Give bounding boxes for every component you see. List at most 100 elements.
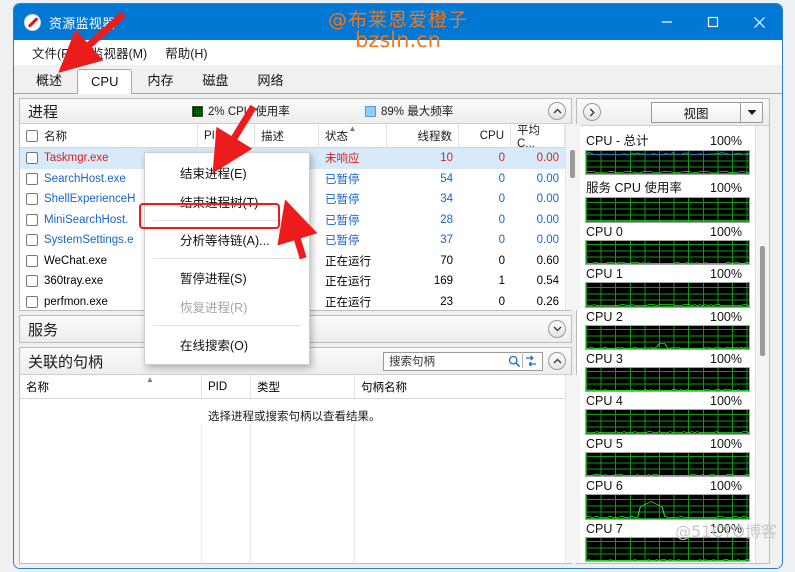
resource-monitor-window: 资源监视器 @布莱恩爱橙子 文件(F) 监视器(M) 帮助(H) bzsln.c… — [13, 3, 783, 569]
graphs-scrollbar-thumb[interactable] — [760, 246, 765, 356]
context-menu-separator — [153, 325, 301, 326]
process-status-cell: 已暂停 — [319, 230, 387, 251]
cpu-graph — [585, 452, 750, 477]
context-menu-item[interactable]: 结束进程(E) — [145, 158, 309, 187]
col-header-description[interactable]: 描述 — [255, 124, 319, 148]
handles-body: ▲ 名称 PID 类型 句柄名称 选择进程或搜索句柄以查看结果。 — [20, 375, 571, 563]
context-menu-separator — [153, 220, 301, 221]
handles-panel: 关联的句柄 搜索句柄 ▲ 名称 PID 类型 句柄名称 选择进程或搜索句柄以查看… — [19, 347, 572, 564]
menu-file[interactable]: 文件(F) — [24, 40, 81, 65]
process-status-cell: 已暂停 — [319, 189, 387, 210]
green-square-icon — [192, 106, 203, 117]
graph-label: 服务 CPU 使用率 100% — [585, 176, 750, 197]
tab-memory[interactable]: 内存 — [133, 65, 187, 94]
cpu-graph — [585, 197, 750, 222]
context-menu-item[interactable]: 暂停进程(S) — [145, 263, 309, 292]
row-checkbox[interactable] — [26, 193, 38, 205]
graph-label: CPU 4 100% — [585, 393, 750, 409]
graph-label: CPU 3 100% — [585, 351, 750, 367]
handles-col-type[interactable]: 类型 — [251, 375, 355, 398]
context-menu-item[interactable]: 分析等待链(A)... — [145, 225, 309, 254]
maximize-button[interactable] — [690, 4, 736, 40]
process-average-cpu-cell: 0.54 — [511, 271, 565, 292]
menu-help[interactable]: 帮助(H) — [157, 40, 215, 65]
col-header-name[interactable]: 名称 — [20, 124, 198, 148]
handles-col-pid[interactable]: PID — [202, 375, 251, 398]
close-button[interactable] — [736, 4, 782, 40]
handle-search-input[interactable]: 搜索句柄 — [383, 352, 543, 371]
row-checkbox[interactable] — [26, 296, 38, 308]
process-cpu-cell: 1 — [459, 271, 511, 292]
process-status-cell: 未响应 — [319, 148, 387, 169]
col-header-cpu[interactable]: CPU — [459, 124, 511, 148]
graph-title: CPU - 总计 — [586, 130, 649, 149]
context-menu-separator — [153, 258, 301, 259]
collapse-handles-button[interactable] — [548, 352, 566, 370]
processes-scrollbar-thumb[interactable] — [570, 150, 575, 178]
max-frequency-text: 89% 最大频率 — [381, 103, 453, 119]
col-header-threads[interactable]: 线程数 — [387, 124, 459, 148]
content-area: 进程 2% CPU 使用率 89% 最大频率 名称 PID 描述 ▲ 状态 线程… — [14, 94, 782, 568]
process-name-text: WeChat.exe — [44, 255, 107, 267]
process-status-cell: 正在运行 — [319, 251, 387, 272]
handles-title: 关联的句柄 — [28, 351, 103, 372]
max-frequency-stat: 89% 最大频率 — [365, 103, 453, 119]
refresh-icon[interactable] — [523, 355, 539, 368]
tab-cpu[interactable]: CPU — [77, 69, 132, 94]
expand-services-button[interactable] — [548, 320, 566, 338]
row-checkbox[interactable] — [26, 255, 38, 267]
process-name-text: ShellExperienceH — [44, 193, 135, 205]
processes-header[interactable]: 进程 2% CPU 使用率 89% 最大频率 — [20, 99, 571, 124]
tab-overview[interactable]: 概述 — [22, 65, 76, 94]
search-icon[interactable] — [507, 355, 522, 368]
graph-title: CPU 1 — [586, 267, 623, 281]
collapse-processes-button[interactable] — [548, 102, 566, 120]
row-checkbox[interactable] — [26, 214, 38, 226]
process-name-text: Taskmgr.exe — [44, 152, 109, 164]
process-threads-cell: 28 — [387, 210, 459, 231]
view-dropdown-label: 视图 — [652, 103, 740, 122]
minimize-button[interactable] — [644, 4, 690, 40]
menu-monitor[interactable]: 监视器(M) — [83, 40, 155, 65]
cpu-usage-stat: 2% CPU 使用率 — [192, 103, 290, 119]
graph-title: CPU 3 — [586, 352, 623, 366]
cpu-graph-list: CPU - 总计 100% 服务 CPU 使用率 100% CPU 0 100% CPU 1… — [577, 126, 755, 563]
row-checkbox[interactable] — [26, 234, 38, 246]
row-checkbox[interactable] — [26, 173, 38, 185]
chevron-right-icon[interactable] — [583, 103, 601, 121]
chevron-down-icon[interactable] — [740, 103, 762, 122]
context-menu-item[interactable]: 结束进程树(T) — [145, 187, 309, 216]
process-average-cpu-cell: 0.00 — [511, 169, 565, 190]
row-checkbox[interactable] — [26, 275, 38, 287]
context-menu-item[interactable]: 在线搜索(O) — [145, 330, 309, 359]
process-threads-cell: 70 — [387, 251, 459, 272]
graph-label: CPU 6 100% — [585, 478, 750, 494]
select-all-checkbox[interactable] — [26, 130, 38, 142]
tab-disk[interactable]: 磁盘 — [188, 65, 242, 94]
menu-bar: 文件(F) 监视器(M) 帮助(H) — [14, 40, 782, 65]
col-header-average-cpu[interactable]: 平均 C... — [511, 124, 565, 148]
col-label-name: 名称 — [44, 128, 67, 144]
graph-label: CPU - 总计 100% — [585, 129, 750, 150]
blue-square-icon — [365, 106, 376, 117]
graph-value: 100% — [710, 225, 742, 239]
view-dropdown-button[interactable]: 视图 — [651, 102, 763, 123]
row-checkbox[interactable] — [26, 152, 38, 164]
handles-empty-message: 选择进程或搜索句柄以查看结果。 — [20, 399, 565, 424]
graphs-scrollbar[interactable] — [755, 126, 769, 563]
process-threads-cell: 34 — [387, 189, 459, 210]
sort-ascending-icon: ▲ — [349, 125, 357, 133]
process-status-cell: 已暂停 — [319, 169, 387, 190]
graph-title: CPU 6 — [586, 479, 623, 493]
handles-col-handle-name[interactable]: 句柄名称 — [355, 375, 565, 398]
resource-monitor-icon — [24, 14, 41, 31]
processes-column-headers: 名称 PID 描述 ▲ 状态 线程数 CPU 平均 C... — [20, 124, 565, 148]
cpu-graph — [585, 494, 750, 519]
handles-col-name[interactable]: ▲ 名称 — [20, 375, 202, 398]
process-cpu-cell: 0 — [459, 189, 511, 210]
col-header-status[interactable]: ▲ 状态 — [319, 124, 387, 148]
tab-network[interactable]: 网络 — [244, 65, 298, 94]
col-header-pid[interactable]: PID — [198, 124, 255, 148]
cpu-graph — [585, 537, 750, 562]
process-status-cell: 正在运行 — [319, 271, 387, 292]
